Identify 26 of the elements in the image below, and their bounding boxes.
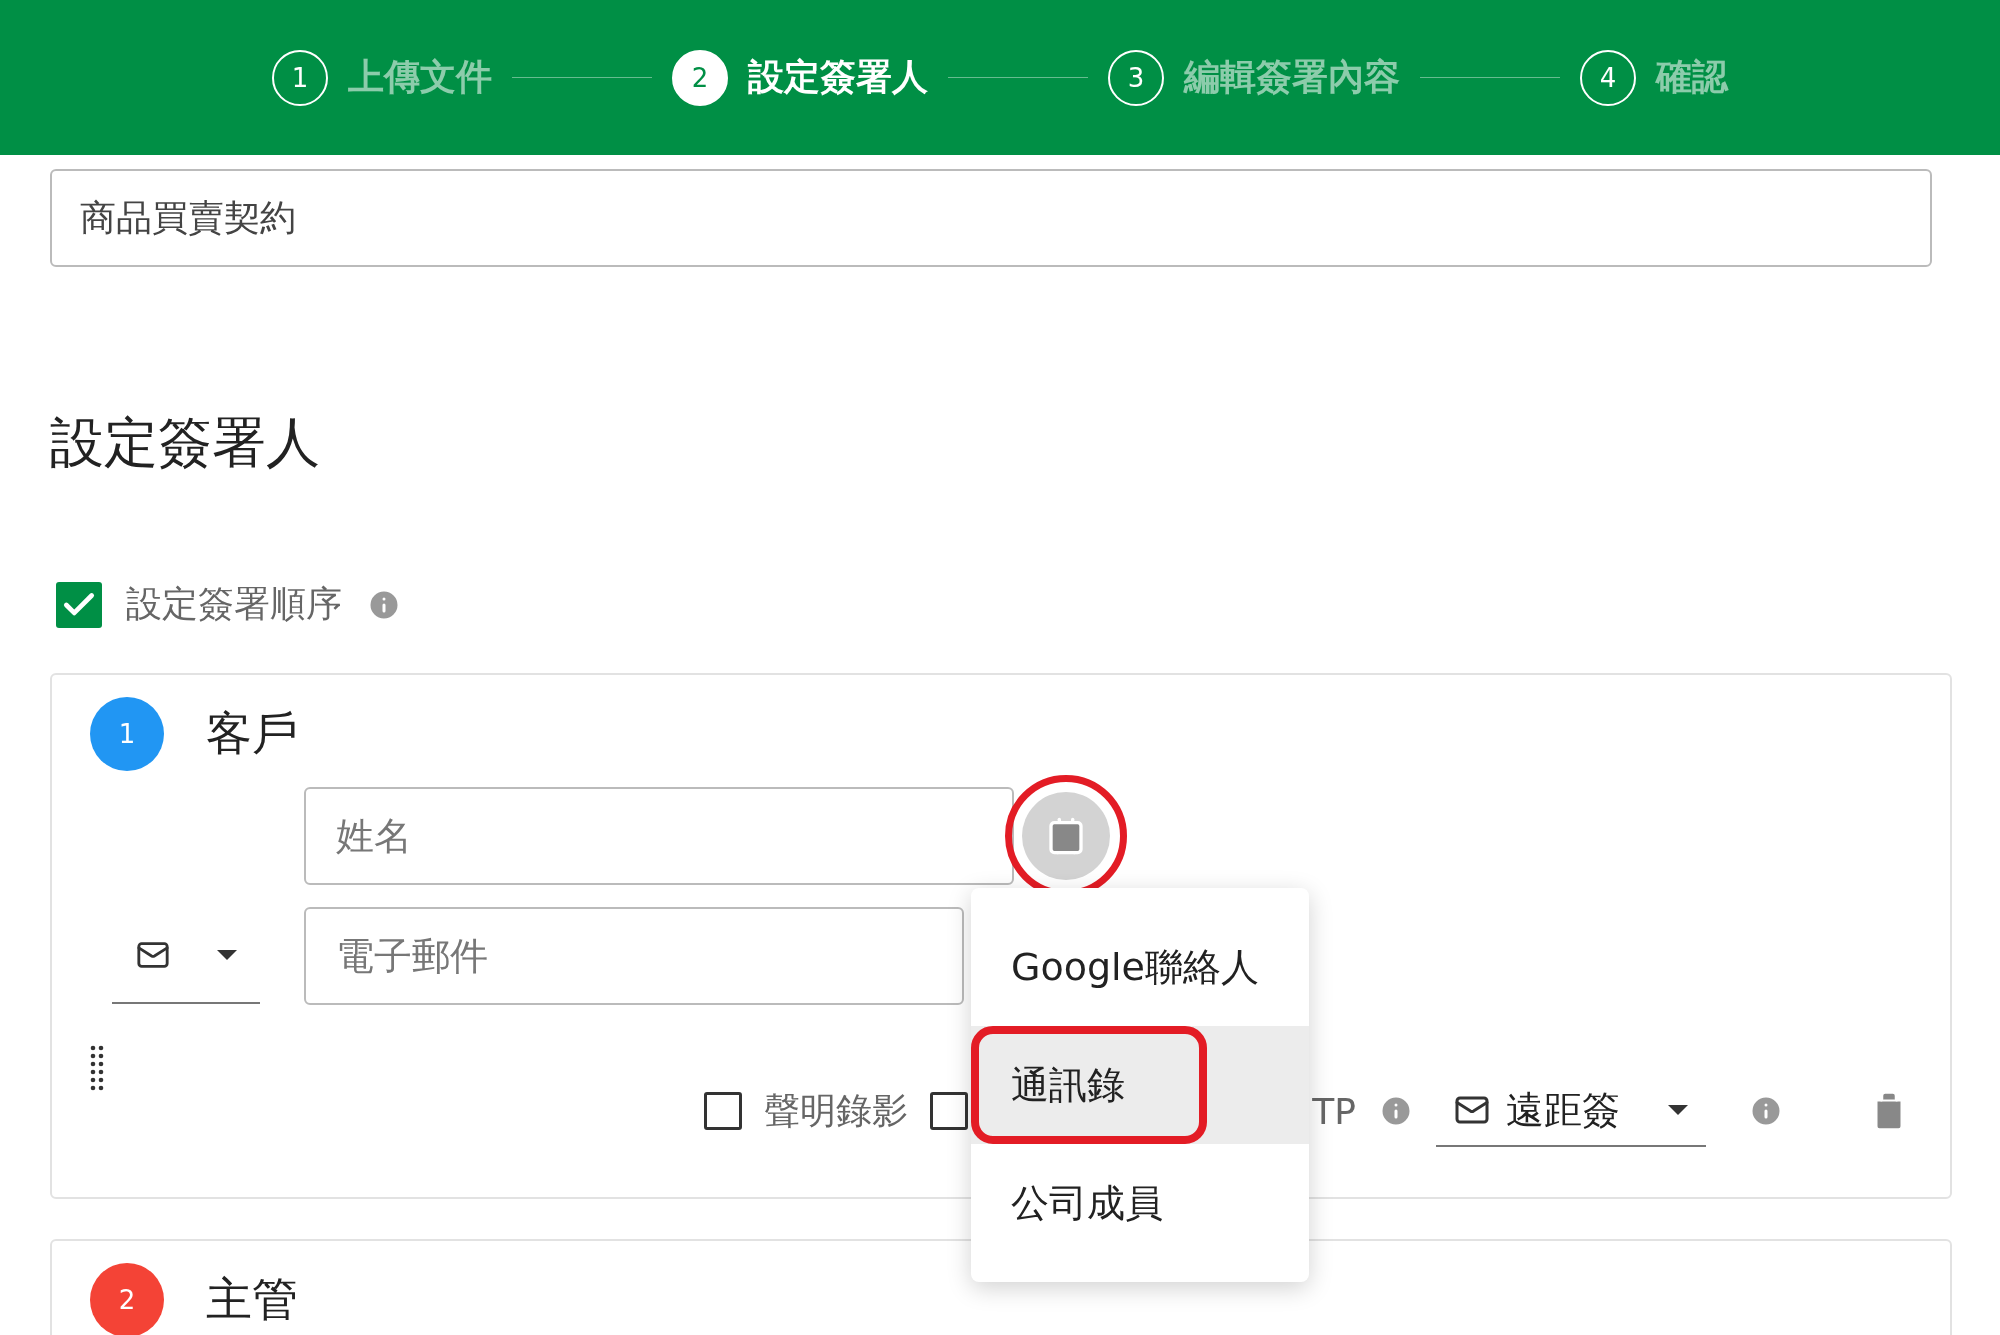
menu-item[interactable]: 通訊錄 (971, 1026, 1309, 1144)
signer-role: 客戶 (206, 705, 298, 762)
order-badge: 2 (90, 1263, 164, 1335)
step-number: 4 (1580, 49, 1636, 106)
checkbox[interactable] (930, 1092, 969, 1130)
step-number: 2 (672, 49, 728, 106)
section-heading: 設定簽署人 (50, 410, 321, 476)
checkbox-label: 設定簽署順序 (126, 582, 342, 626)
name-field[interactable]: 姓名 (304, 787, 1014, 885)
drag-handle-icon[interactable] (90, 1045, 104, 1091)
checkbox[interactable] (56, 581, 102, 628)
sign-method-select[interactable]: 遠距簽 (1436, 1075, 1706, 1147)
step-number: 3 (1108, 49, 1164, 106)
caret-icon (216, 950, 237, 960)
menu-item[interactable]: Google聯絡人 (971, 908, 1309, 1026)
checkbox-label: 聲明錄影 (764, 1088, 909, 1133)
caret-icon (1668, 1105, 1688, 1115)
order-badge: 1 (90, 697, 164, 771)
document-title-field[interactable]: 商品買賣契約 (50, 169, 1932, 267)
checkbox[interactable] (704, 1092, 743, 1130)
step-label[interactable]: 設定簽署人 (748, 53, 928, 102)
otp-label: TP (1312, 1090, 1356, 1132)
menu-item[interactable]: 公司成員 (971, 1144, 1309, 1262)
step-number: 1 (272, 49, 328, 106)
signer-role: 主管 (206, 1271, 298, 1328)
email-field[interactable]: 電子郵件 (304, 907, 964, 1005)
